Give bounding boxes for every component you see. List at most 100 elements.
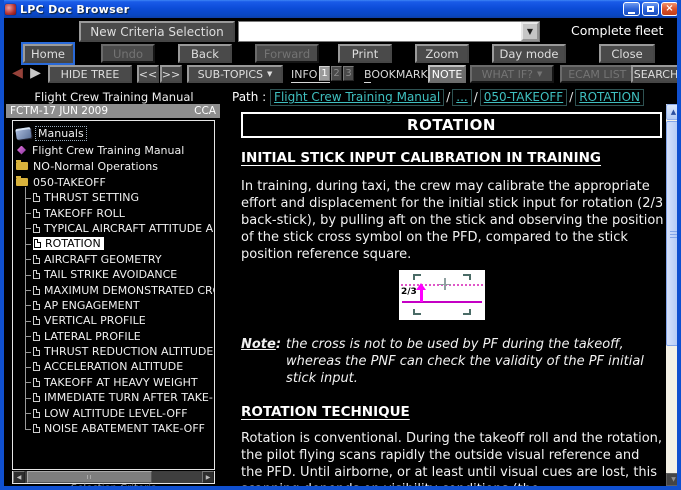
folder-icon xyxy=(16,162,28,170)
document-icon xyxy=(33,255,40,264)
breadcrumb-link-ellipsis[interactable]: ... xyxy=(452,89,471,106)
tree-item[interactable]: ACCELERATION ALTITUDE xyxy=(21,359,214,374)
tree-item[interactable]: TAIL STRIKE AVOIDANCE xyxy=(21,267,214,282)
document-icon xyxy=(33,301,40,310)
note-block: Note : the cross is not to be used by PF… xyxy=(241,336,664,387)
back-button[interactable]: Back xyxy=(178,44,232,63)
tree-item[interactable]: THRUST SETTING xyxy=(21,190,214,205)
breadcrumb-link-manual[interactable]: Flight Crew Training Manual xyxy=(270,89,444,106)
nav-back-arrow-icon[interactable]: ◀ xyxy=(9,66,26,81)
content-vertical-scrollbar[interactable]: ▲ ▼ xyxy=(666,104,681,486)
airline-code: CCA xyxy=(194,105,216,117)
sidebar-manual-title: Flight Crew Training Manual xyxy=(8,90,220,104)
document-icon xyxy=(33,362,40,371)
tree-node-takeoff[interactable]: 050-TAKEOFF xyxy=(16,174,214,190)
day-mode-button[interactable]: Day mode xyxy=(492,44,566,63)
scroll-down-icon[interactable]: ▼ xyxy=(666,473,681,486)
minimize-button[interactable] xyxy=(623,2,640,16)
tree-item[interactable]: AIRCRAFT GEOMETRY xyxy=(21,252,214,267)
forward-button: Forward xyxy=(255,44,319,63)
next-topic-button[interactable]: >> xyxy=(160,65,182,83)
selection-criteria-label: Selection Criteria xyxy=(8,483,220,490)
breadcrumb-link-rotation[interactable]: ROTATION xyxy=(575,89,644,106)
tree-item[interactable]: MAXIMUM DEMONSTRATED CRO xyxy=(21,282,214,297)
prev-topic-button[interactable]: << xyxy=(137,65,159,83)
takeoff-children: THRUST SETTING TAKEOFF ROLL TYPICAL AIRC… xyxy=(21,190,214,436)
chevron-down-icon: ▼ xyxy=(267,70,272,78)
document-icon xyxy=(33,209,40,218)
document-icon xyxy=(33,286,40,295)
reference-square-corner xyxy=(413,274,421,280)
app-window: LPC Doc Browser × New Criteria Selection… xyxy=(0,0,681,490)
page-1-button[interactable]: 1 xyxy=(319,66,330,81)
tree-item-selected[interactable]: ROTATION xyxy=(21,236,214,251)
page-3-button[interactable]: 3 xyxy=(343,66,354,81)
tree-item[interactable]: LOW ALTITUDE LEVEL-OFF xyxy=(21,405,214,420)
fleet-status: Complete fleet xyxy=(571,23,663,38)
reference-square-corner xyxy=(463,309,471,315)
page-2-button[interactable]: 2 xyxy=(331,66,342,81)
stick-neutral-line xyxy=(402,301,482,303)
calibration-paragraph: In training, during taxi, the crew may c… xyxy=(241,178,664,263)
manual-tree: Manuals Flight Crew Training Manual NO-N… xyxy=(12,120,215,470)
close-doc-button[interactable]: Close xyxy=(599,44,655,63)
print-button[interactable]: Print xyxy=(338,44,392,63)
tree-node-normal-operations[interactable]: NO-Normal Operations xyxy=(16,158,214,174)
document-icon xyxy=(33,332,40,341)
tree-item[interactable]: VERTICAL PROFILE xyxy=(21,313,214,328)
path-prefix: Path : xyxy=(232,90,266,104)
document-icon xyxy=(33,347,40,356)
scrollbar-thumb[interactable] xyxy=(27,471,152,483)
minimize-icon xyxy=(628,12,635,14)
tree-item[interactable]: TYPICAL AIRCRAFT ATTITUDE A xyxy=(21,221,214,236)
technique-paragraph: Rotation is conventional. During the tak… xyxy=(241,430,664,490)
scrollbar-thumb[interactable] xyxy=(666,121,681,346)
breadcrumb: Path : Flight Crew Training Manual/.../0… xyxy=(232,90,662,104)
manual-book-icon xyxy=(17,146,26,155)
breadcrumb-link-takeoff[interactable]: 050-TAKEOFF xyxy=(480,89,567,106)
undo-button: Undo xyxy=(101,44,155,63)
zoom-button[interactable]: Zoom xyxy=(415,44,469,63)
note-button[interactable]: NOTE xyxy=(428,65,466,83)
revision-label: FCTM-17 JUN 2009 xyxy=(10,105,108,117)
tree-item[interactable]: THRUST REDUCTION ALTITUDE xyxy=(21,344,214,359)
new-criteria-button[interactable]: New Criteria Selection xyxy=(79,21,235,42)
tree-item[interactable]: NOISE ABATEMENT TAKE-OFF xyxy=(21,421,214,436)
tree-item[interactable]: TAKEOFF AT HEAVY WEIGHT xyxy=(21,375,214,390)
page-title: ROTATION xyxy=(241,112,662,138)
reference-square-corner xyxy=(413,309,421,315)
nav-forward-arrow-icon[interactable]: ▶ xyxy=(27,66,44,81)
note-label: Note xyxy=(241,336,276,387)
reference-square-corner xyxy=(463,274,471,280)
scroll-left-icon[interactable]: ◀ xyxy=(13,471,25,483)
scroll-right-icon[interactable]: ▶ xyxy=(202,471,214,483)
note-text: the cross is not to be used by PF during… xyxy=(286,336,658,387)
combobox-dropdown-button[interactable]: ▼ xyxy=(521,22,539,41)
document-icon xyxy=(33,378,40,387)
close-icon: × xyxy=(665,4,673,14)
tree-item[interactable]: AP ENGAGEMENT xyxy=(21,298,214,313)
tree-item[interactable]: LATERAL PROFILE xyxy=(21,329,214,344)
search-button[interactable]: SEARCH xyxy=(631,65,681,83)
tree-node-fctm[interactable]: Flight Crew Training Manual xyxy=(16,142,214,158)
document-icon xyxy=(33,224,40,233)
scroll-up-icon[interactable]: ▲ xyxy=(666,104,681,120)
criteria-combobox[interactable]: ▼ xyxy=(238,21,540,42)
stick-cross-icon xyxy=(439,284,451,286)
close-button[interactable]: × xyxy=(661,2,678,16)
tree-item[interactable]: IMMEDIATE TURN AFTER TAKE- xyxy=(21,390,214,405)
tree-root-manuals[interactable]: Manuals xyxy=(16,124,214,142)
home-button[interactable]: Home xyxy=(23,44,73,63)
figure-ratio-label: 2/3 xyxy=(401,287,417,297)
section-heading-technique: ROTATION TECHNIQUE xyxy=(241,404,662,420)
maximize-icon xyxy=(647,6,654,12)
maximize-button[interactable] xyxy=(642,2,659,16)
sub-topics-dropdown[interactable]: SUB-TOPICS▼ xyxy=(187,65,283,83)
hide-tree-button[interactable]: HIDE TREE xyxy=(48,65,132,83)
tree-item[interactable]: TAKEOFF ROLL xyxy=(21,205,214,220)
document-icon xyxy=(33,270,40,279)
document-icon xyxy=(33,193,40,202)
criteria-input[interactable] xyxy=(239,22,521,41)
document-icon xyxy=(33,316,40,325)
pfd-stick-figure: 2/3 xyxy=(399,270,485,320)
